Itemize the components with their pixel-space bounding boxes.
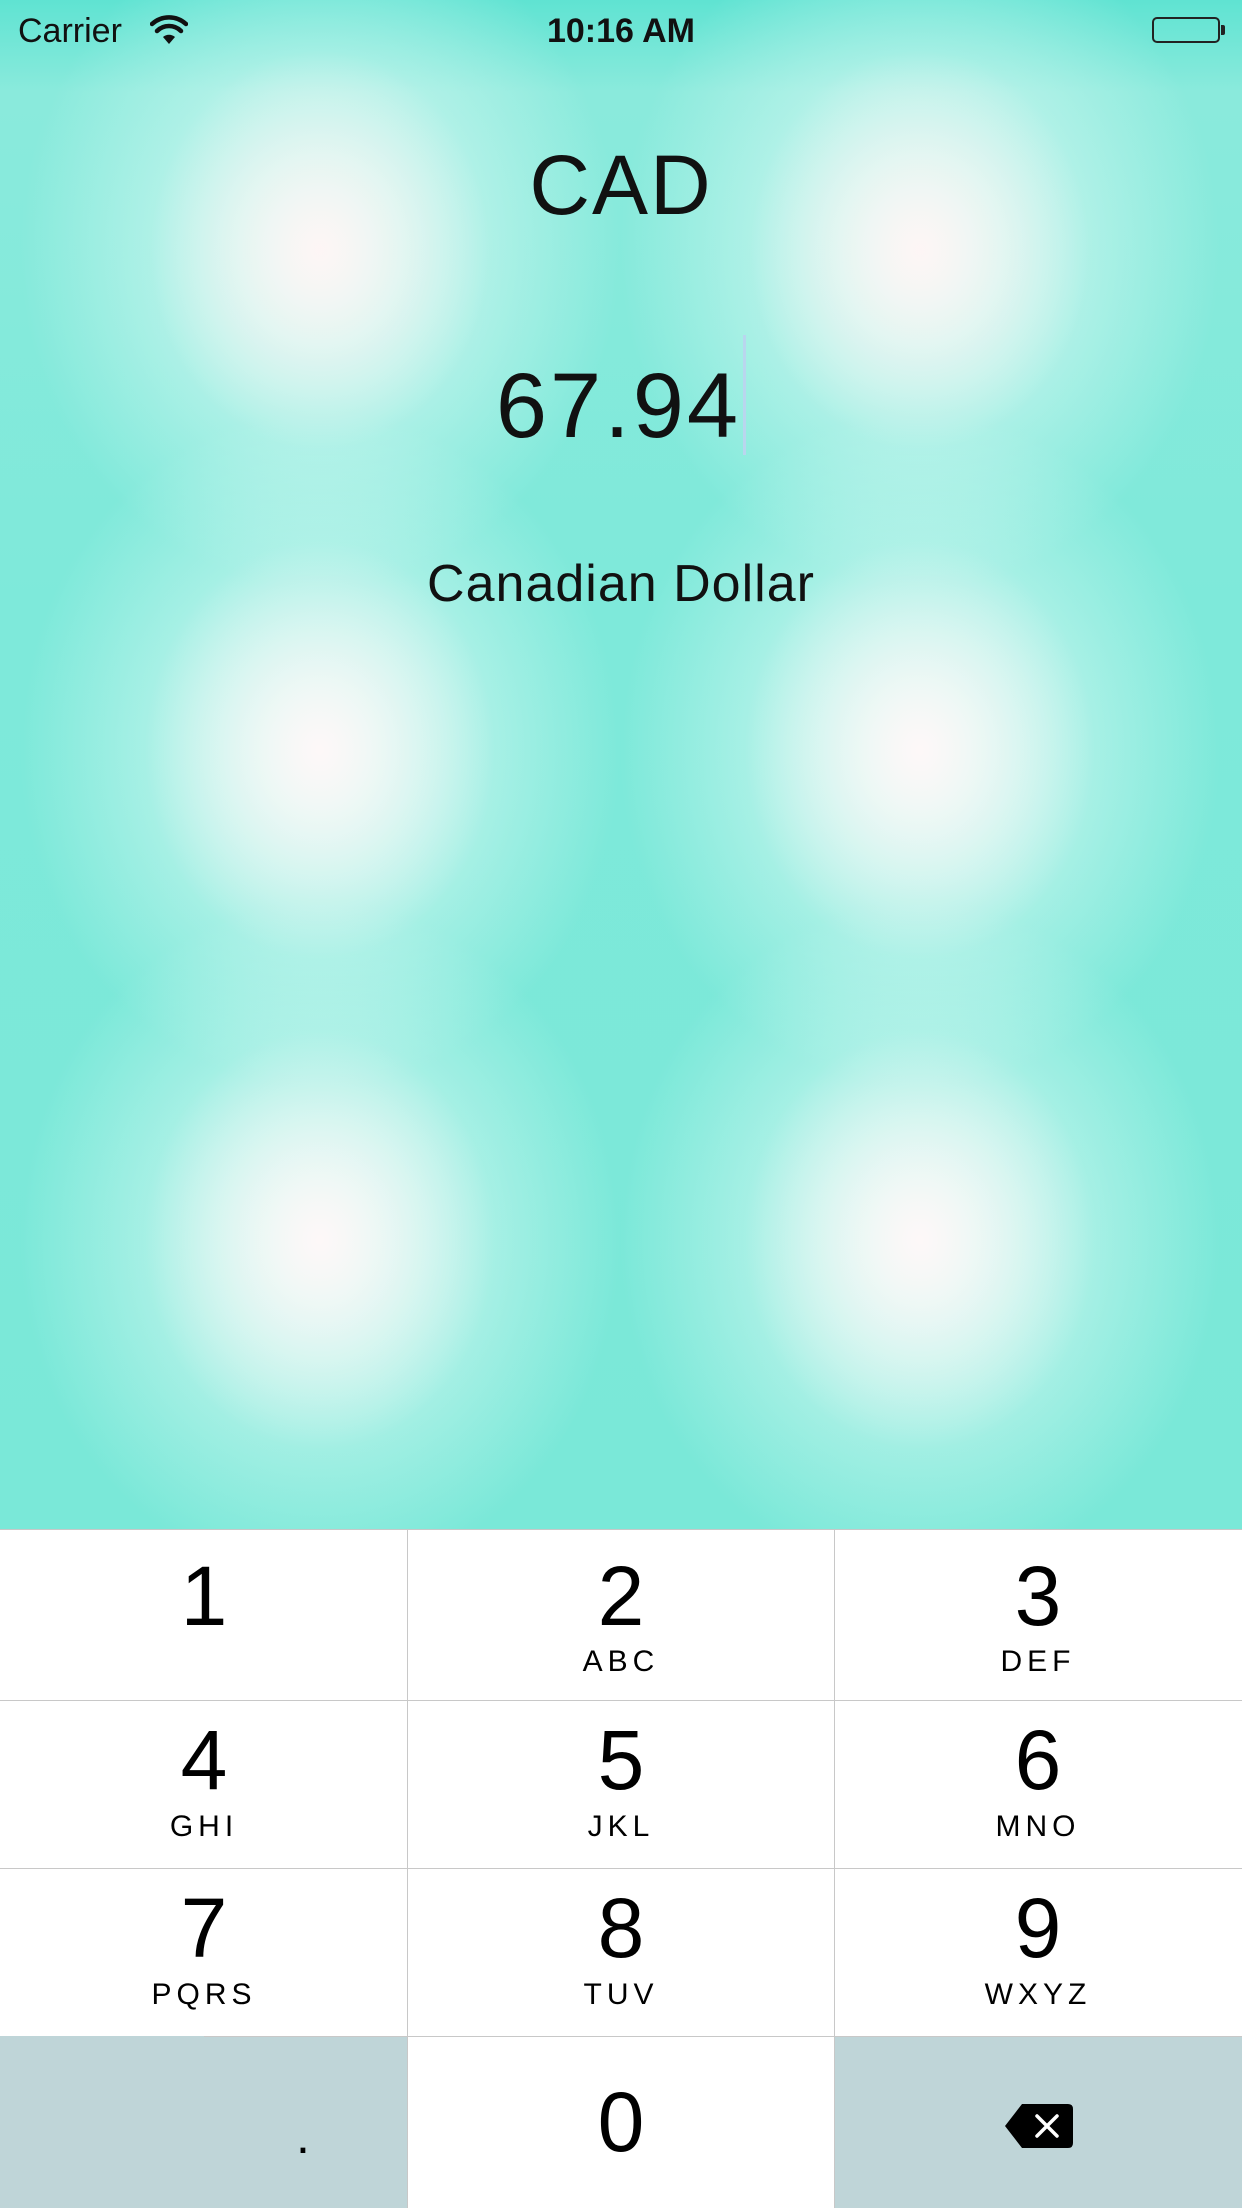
key-letters: GHI: [169, 1810, 239, 1843]
key-letters: MNO: [995, 1810, 1081, 1843]
key-0[interactable]: 0: [408, 2036, 834, 2208]
key-digit: 7: [180, 1881, 228, 1975]
status-bar: Carrier 10:16 AM: [0, 0, 1242, 62]
key-digit: 4: [180, 1713, 228, 1807]
key-1[interactable]: 1: [0, 1530, 408, 1700]
keypad-divider: [0, 1700, 1242, 1701]
key-digit: 3: [1014, 1549, 1062, 1643]
key-digit: 2: [597, 1549, 645, 1643]
currency-code[interactable]: CAD: [0, 135, 1242, 235]
key-decimal[interactable]: [0, 2036, 408, 2208]
key-letters: DEF: [1000, 1645, 1076, 1678]
key-letters: PQRS: [151, 1978, 257, 2011]
key-letters: JKL: [587, 1810, 655, 1843]
amount-input[interactable]: 67.94: [0, 335, 1242, 461]
key-digit: 8: [597, 1881, 645, 1975]
currency-name: Canadian Dollar: [427, 555, 815, 613]
key-letters: ABC: [582, 1645, 660, 1678]
keypad-divider: [834, 1530, 835, 2208]
key-9[interactable]: 9 WXYZ: [834, 1868, 1242, 2036]
key-digit: 9: [1014, 1881, 1062, 1975]
keypad-divider: [0, 1868, 1242, 1869]
backspace-icon: [1005, 2104, 1073, 2148]
decimal-label: .: [296, 2108, 310, 2164]
battery-icon: [1152, 17, 1220, 43]
key-4[interactable]: 4 GHI: [0, 1700, 408, 1868]
key-8[interactable]: 8 TUV: [408, 1868, 834, 2036]
key-digit: 6: [1014, 1713, 1062, 1807]
key-7[interactable]: 7 PQRS: [0, 1868, 408, 2036]
app-screen: Carrier 10:16 AM CAD 67.94 Canadian Doll…: [0, 0, 1242, 2208]
key-digit: 5: [597, 1713, 645, 1807]
keypad-divider: [204, 2036, 1242, 2037]
amount-value: 67.94: [495, 355, 742, 457]
key-digit: 0: [597, 2075, 645, 2169]
keypad-divider: [407, 1530, 408, 2208]
text-cursor: [743, 335, 747, 455]
clock: 10:16 AM: [546, 12, 696, 50]
key-6[interactable]: 6 MNO: [834, 1700, 1242, 1868]
key-5[interactable]: 5 JKL: [408, 1700, 834, 1868]
key-letters: WXYZ: [984, 1978, 1092, 2011]
key-2[interactable]: 2 ABC: [408, 1530, 834, 1700]
battery-tip: [1221, 25, 1225, 35]
key-letters: TUV: [583, 1978, 659, 2011]
key-3[interactable]: 3 DEF: [834, 1530, 1242, 1700]
key-digit: 1: [180, 1549, 228, 1643]
